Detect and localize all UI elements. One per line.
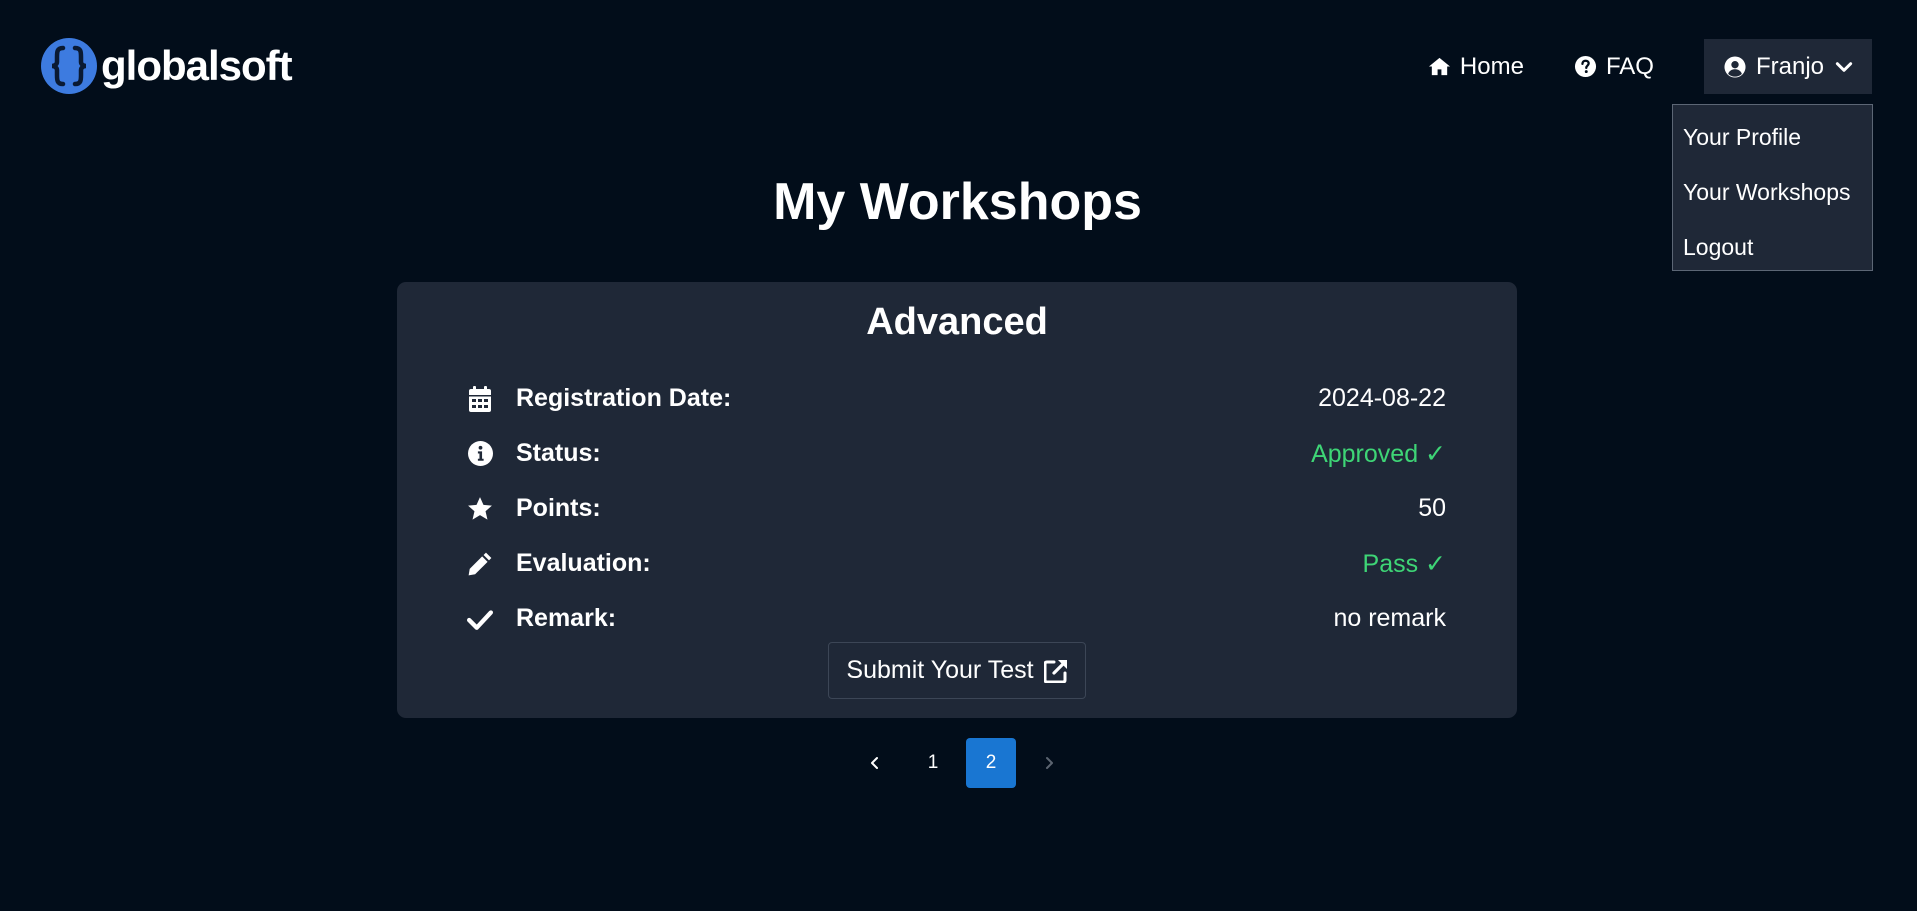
nav-faq-link[interactable]: FAQ bbox=[1574, 53, 1654, 81]
detail-row-status: Status: Approved ✓ bbox=[466, 426, 1446, 481]
nav-home-label: Home bbox=[1459, 52, 1524, 80]
page-button-2[interactable]: 2 bbox=[966, 738, 1016, 788]
nav-faq-label: FAQ bbox=[1605, 52, 1654, 80]
detail-label: Remark: bbox=[516, 604, 617, 632]
detail-label: Status: bbox=[516, 439, 601, 467]
user-menu-button[interactable]: Franjo bbox=[1703, 39, 1872, 94]
menu-item-your-profile[interactable]: Your Profile bbox=[1673, 115, 1872, 170]
status-value: Approved ✓ bbox=[1311, 439, 1446, 468]
user-name: Franjo bbox=[1755, 52, 1824, 80]
chevron-left-icon bbox=[871, 757, 878, 769]
workshop-title: Advanced bbox=[866, 301, 1048, 343]
detail-label: Registration Date: bbox=[516, 384, 732, 412]
home-icon bbox=[1428, 57, 1450, 76]
check-icon bbox=[466, 605, 494, 633]
user-circle-icon bbox=[1724, 55, 1746, 78]
evaluation-value: Pass ✓ bbox=[1362, 549, 1446, 578]
detail-row-registration-date: Registration Date: 2024-08-22 bbox=[466, 371, 1446, 426]
calendar-icon bbox=[466, 385, 494, 413]
nav-home-link[interactable]: Home bbox=[1428, 53, 1524, 81]
prev-page-button[interactable] bbox=[850, 738, 900, 788]
chevron-right-icon bbox=[1046, 757, 1053, 769]
brand-name: globalsoft bbox=[101, 42, 293, 89]
page-title: My Workshops bbox=[773, 173, 1142, 231]
chevron-down-icon bbox=[1835, 61, 1853, 72]
points-value: 50 bbox=[1418, 494, 1446, 522]
detail-row-points: Points: 50 bbox=[466, 481, 1446, 536]
page: globalsoft Home FAQ Franjo Your Profile … bbox=[0, 0, 1917, 911]
registration-date-value: 2024-08-22 bbox=[1318, 384, 1446, 412]
star-icon bbox=[466, 495, 494, 523]
pencil-icon bbox=[466, 550, 494, 578]
brand-logo[interactable]: globalsoft bbox=[41, 38, 293, 94]
external-link-icon bbox=[1043, 659, 1067, 683]
menu-item-logout[interactable]: Logout bbox=[1673, 225, 1872, 280]
detail-label: Points: bbox=[516, 494, 601, 522]
remark-value: no remark bbox=[1333, 604, 1446, 632]
curly-braces-logo-icon bbox=[41, 38, 97, 94]
next-page-button[interactable] bbox=[1024, 738, 1074, 788]
workshop-details: Registration Date: 2024-08-22 Status: Ap… bbox=[466, 371, 1446, 646]
submit-test-button[interactable]: Submit Your Test bbox=[828, 642, 1086, 699]
detail-label: Evaluation: bbox=[516, 549, 651, 577]
pagination: 1 2 bbox=[850, 738, 1074, 788]
page-button-1[interactable]: 1 bbox=[908, 738, 958, 788]
detail-row-evaluation: Evaluation: Pass ✓ bbox=[466, 536, 1446, 591]
detail-row-remark: Remark: no remark bbox=[466, 591, 1446, 646]
workshop-card: Advanced Registration Date: 2024-08-22 S… bbox=[397, 282, 1517, 718]
submit-test-label: Submit Your Test bbox=[846, 656, 1034, 684]
info-icon bbox=[466, 440, 494, 468]
top-nav: Home FAQ Franjo bbox=[1428, 39, 1872, 94]
question-circle-icon bbox=[1574, 55, 1596, 78]
